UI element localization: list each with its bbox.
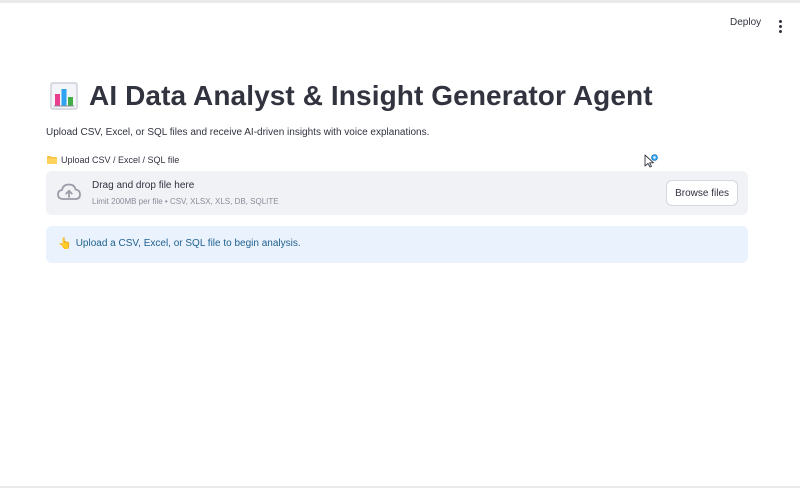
title-row: AI Data Analyst & Insight Generator Agen… xyxy=(49,80,653,112)
more-vertical-icon[interactable] xyxy=(774,18,786,34)
pointing-hand-icon: 👆 xyxy=(58,238,72,250)
info-alert-content: 👆 Upload a CSV, Excel, or SQL file to be… xyxy=(58,237,301,250)
cloud-upload-icon xyxy=(57,183,81,200)
info-alert: 👆 Upload a CSV, Excel, or SQL file to be… xyxy=(46,226,748,263)
page-title: AI Data Analyst & Insight Generator Agen… xyxy=(89,80,653,111)
browse-files-button[interactable]: Browse files xyxy=(666,180,738,206)
info-alert-message: Upload a CSV, Excel, or SQL file to begi… xyxy=(75,238,301,249)
folder-icon xyxy=(47,156,57,164)
dropzone-limit-text: Limit 200MB per file • CSV, XLSX, XLS, D… xyxy=(92,197,279,206)
cursor-icon xyxy=(644,154,658,168)
uploader-label: Upload CSV / Excel / SQL file xyxy=(47,155,179,165)
bar-chart-icon xyxy=(50,82,78,110)
dropzone-title: Drag and drop file here xyxy=(92,180,195,191)
uploader-label-text: Upload CSV / Excel / SQL file xyxy=(61,155,180,165)
deploy-button[interactable]: Deploy xyxy=(730,17,761,28)
page-subtitle: Upload CSV, Excel, or SQL files and rece… xyxy=(46,127,430,138)
file-dropzone[interactable]: Drag and drop file here Limit 200MB per … xyxy=(46,171,748,215)
app-header: Deploy xyxy=(0,0,800,46)
